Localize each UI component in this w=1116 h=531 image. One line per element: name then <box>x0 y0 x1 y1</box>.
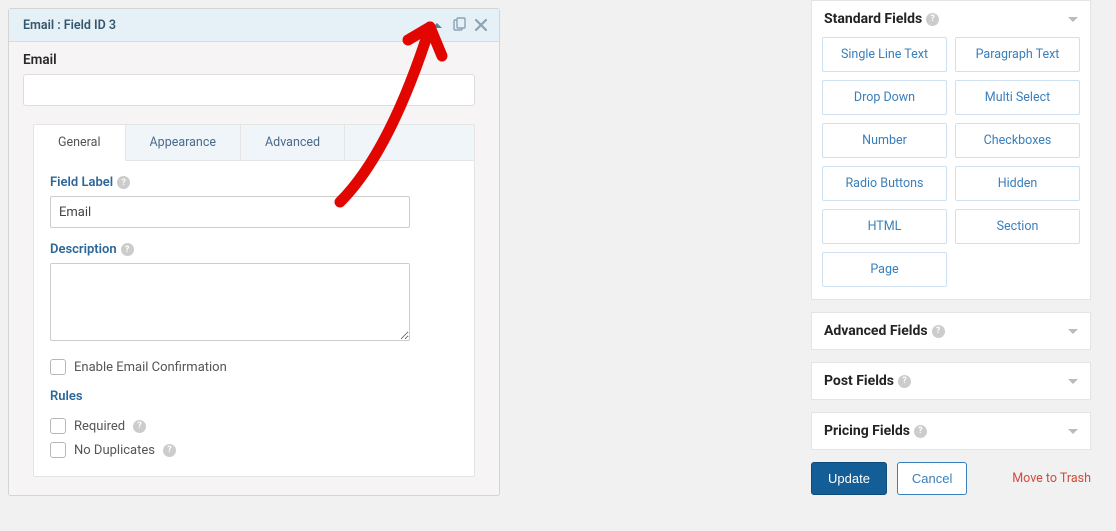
field-editor-title: Email : Field ID 3 <box>23 18 116 33</box>
cancel-button[interactable]: Cancel <box>897 462 967 495</box>
add-field-checkboxes[interactable]: Checkboxes <box>955 123 1080 158</box>
rules-heading: Rules <box>50 389 458 404</box>
enable-confirmation-checkbox[interactable] <box>50 359 66 375</box>
help-icon[interactable]: ? <box>117 176 130 189</box>
standard-fields-panel: Standard Fields ? Single Line Text Parag… <box>811 0 1091 300</box>
chevron-down-icon <box>1068 429 1078 434</box>
pricing-fields-title: Pricing Fields <box>824 423 910 439</box>
required-label: Required <box>74 419 125 434</box>
advanced-fields-header[interactable]: Advanced Fields ? <box>812 313 1090 349</box>
help-icon[interactable]: ? <box>932 325 945 338</box>
add-field-radio-buttons[interactable]: Radio Buttons <box>822 166 947 201</box>
pricing-fields-header[interactable]: Pricing Fields ? <box>812 413 1090 449</box>
settings-tabs: General Appearance Advanced <box>34 125 474 161</box>
tab-general[interactable]: General <box>34 125 126 161</box>
field-editor-panel: Email : Field ID 3 Email General Appeara… <box>8 8 500 496</box>
add-field-section[interactable]: Section <box>955 209 1080 244</box>
post-fields-panel: Post Fields ? <box>811 362 1091 400</box>
help-icon[interactable]: ? <box>121 243 134 256</box>
chevron-down-icon <box>1068 379 1078 384</box>
help-icon[interactable]: ? <box>914 425 927 438</box>
post-fields-header[interactable]: Post Fields ? <box>812 363 1090 399</box>
add-field-number[interactable]: Number <box>822 123 947 158</box>
standard-fields-header[interactable]: Standard Fields ? <box>812 1 1090 37</box>
advanced-fields-panel: Advanced Fields ? <box>811 312 1091 350</box>
help-icon[interactable]: ? <box>898 375 911 388</box>
duplicate-icon[interactable] <box>449 15 469 35</box>
advanced-fields-title: Advanced Fields <box>824 323 928 339</box>
move-to-trash-link[interactable]: Move to Trash <box>1012 471 1091 486</box>
help-icon[interactable]: ? <box>133 420 146 433</box>
field-label-input[interactable] <box>50 196 410 228</box>
add-field-page[interactable]: Page <box>822 252 947 287</box>
post-fields-title: Post Fields <box>824 373 894 389</box>
collapse-icon[interactable] <box>427 15 447 35</box>
help-icon[interactable]: ? <box>926 13 939 26</box>
update-button[interactable]: Update <box>811 462 887 495</box>
field-label-caption: Field Label <box>50 175 113 190</box>
add-field-drop-down[interactable]: Drop Down <box>822 80 947 115</box>
enable-confirmation-label: Enable Email Confirmation <box>74 360 227 375</box>
no-duplicates-label: No Duplicates <box>74 443 155 458</box>
tab-appearance[interactable]: Appearance <box>126 125 242 160</box>
chevron-down-icon <box>1068 329 1078 334</box>
preview-field-input[interactable] <box>23 74 475 106</box>
description-caption: Description <box>50 242 117 257</box>
add-field-single-line-text[interactable]: Single Line Text <box>822 37 947 72</box>
tab-advanced[interactable]: Advanced <box>241 125 345 160</box>
action-row: Update Cancel Move to Trash <box>811 462 1091 495</box>
required-checkbox[interactable] <box>50 418 66 434</box>
close-icon[interactable] <box>471 15 491 35</box>
pricing-fields-panel: Pricing Fields ? <box>811 412 1091 450</box>
add-field-hidden[interactable]: Hidden <box>955 166 1080 201</box>
description-input[interactable] <box>50 263 410 341</box>
add-field-multi-select[interactable]: Multi Select <box>955 80 1080 115</box>
help-icon[interactable]: ? <box>163 444 176 457</box>
no-duplicates-checkbox[interactable] <box>50 442 66 458</box>
standard-fields-title: Standard Fields <box>824 11 922 27</box>
add-field-html[interactable]: HTML <box>822 209 947 244</box>
preview-field-label: Email <box>23 52 485 68</box>
field-editor-header[interactable]: Email : Field ID 3 <box>9 9 499 42</box>
add-field-paragraph-text[interactable]: Paragraph Text <box>955 37 1080 72</box>
chevron-down-icon <box>1068 17 1078 22</box>
